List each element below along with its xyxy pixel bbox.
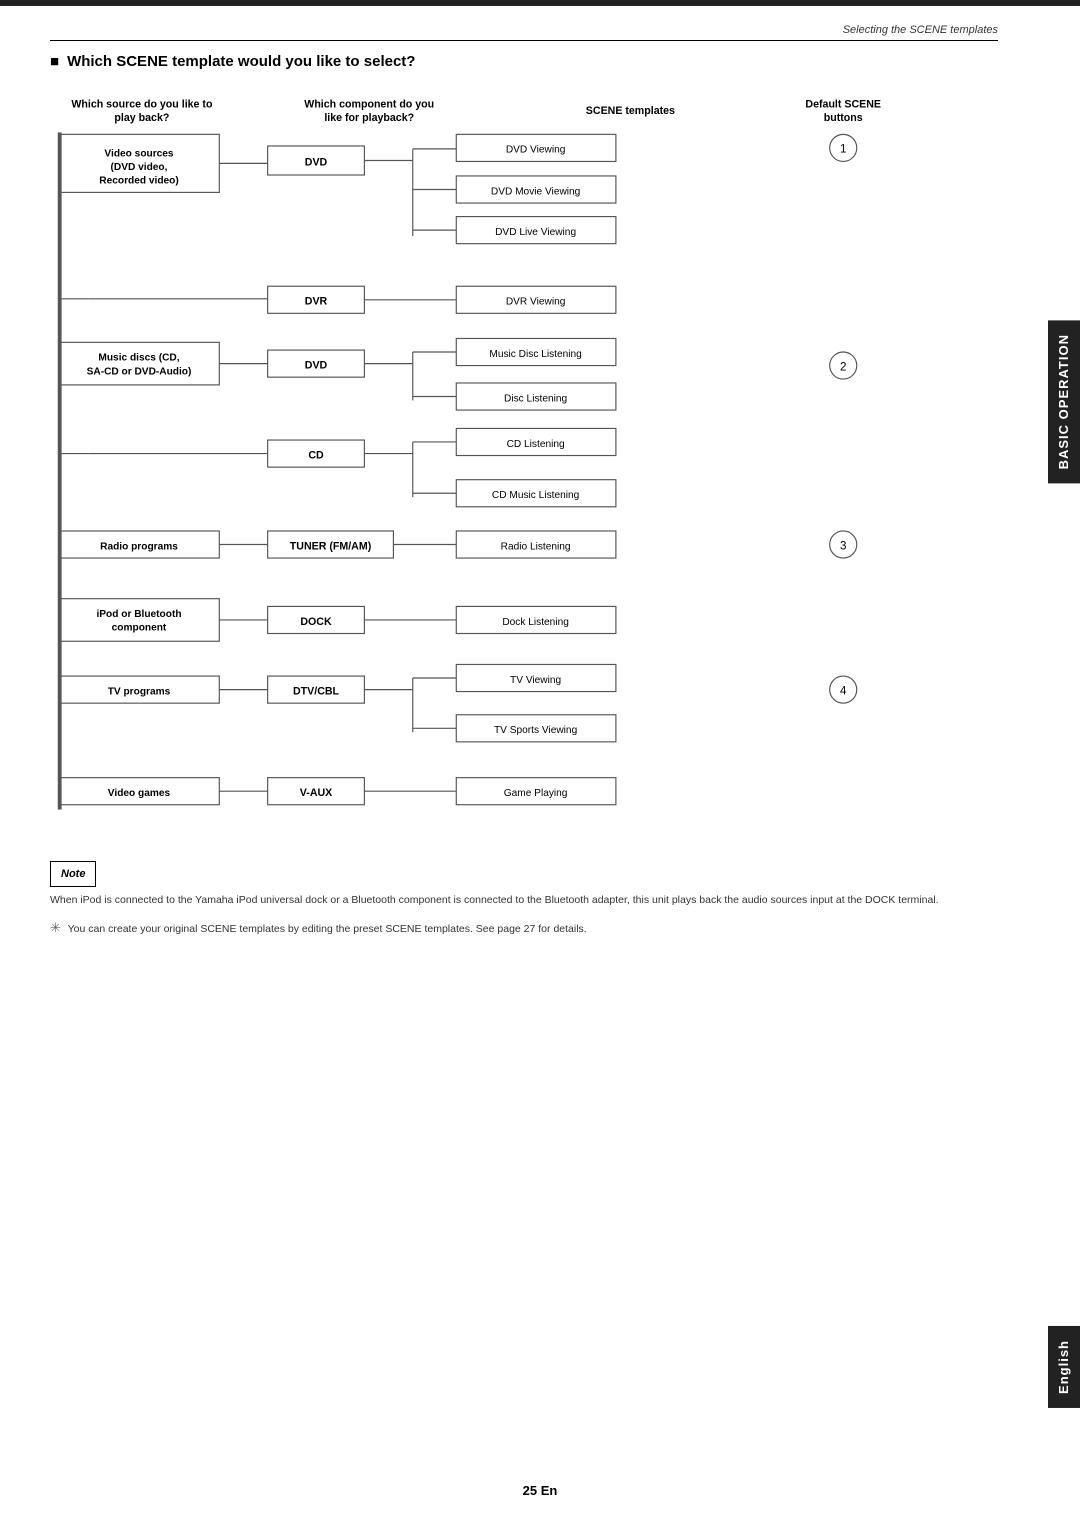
svg-text:DVD Viewing: DVD Viewing xyxy=(506,145,566,156)
svg-text:1: 1 xyxy=(840,143,846,156)
note-section: Note When iPod is connected to the Yamah… xyxy=(50,861,998,939)
svg-text:Which component do you: Which component do you xyxy=(304,98,434,110)
svg-text:Video games: Video games xyxy=(108,788,171,799)
svg-text:play back?: play back? xyxy=(114,112,169,124)
svg-text:(DVD video,: (DVD video, xyxy=(111,162,168,173)
svg-text:CD Listening: CD Listening xyxy=(507,439,565,450)
svg-text:Music Disc Listening: Music Disc Listening xyxy=(489,349,581,360)
svg-text:Dock Listening: Dock Listening xyxy=(502,617,569,628)
scene-diagram: Which source do you like to play back? W… xyxy=(50,86,998,841)
svg-text:Game Playing: Game Playing xyxy=(504,788,568,799)
svg-text:2: 2 xyxy=(840,360,846,373)
svg-text:DVD: DVD xyxy=(305,156,328,168)
section-title: Which SCENE template would you like to s… xyxy=(50,53,998,70)
svg-text:CD: CD xyxy=(308,449,324,461)
svg-text:Which source do you like to: Which source do you like to xyxy=(71,98,213,110)
svg-text:SA-CD or DVD-Audio): SA-CD or DVD-Audio) xyxy=(87,366,192,377)
svg-text:DTV/CBL: DTV/CBL xyxy=(293,685,340,697)
svg-text:Video sources: Video sources xyxy=(104,149,173,160)
svg-text:component: component xyxy=(112,623,167,634)
svg-text:Default SCENE: Default SCENE xyxy=(805,98,881,110)
top-section-label: Selecting the SCENE templates xyxy=(50,24,998,41)
svg-text:3: 3 xyxy=(840,539,846,552)
svg-text:V-AUX: V-AUX xyxy=(300,787,332,799)
svg-text:like for playback?: like for playback? xyxy=(324,112,414,124)
svg-text:Radio programs: Radio programs xyxy=(100,541,178,552)
svg-text:TUNER (FM/AM): TUNER (FM/AM) xyxy=(290,540,372,552)
svg-text:iPod or Bluetooth: iPod or Bluetooth xyxy=(96,609,181,620)
svg-text:CD Music Listening: CD Music Listening xyxy=(492,490,579,501)
svg-text:DVR Viewing: DVR Viewing xyxy=(506,297,566,308)
side-tab-english: English xyxy=(1048,1326,1080,1408)
diagram-container: Which source do you like to play back? W… xyxy=(50,86,998,841)
svg-text:DVD Movie Viewing: DVD Movie Viewing xyxy=(491,186,580,197)
note-text: When iPod is connected to the Yamaha iPo… xyxy=(50,893,998,909)
svg-text:buttons: buttons xyxy=(824,112,863,124)
svg-text:DVR: DVR xyxy=(305,296,328,308)
svg-text:4: 4 xyxy=(840,684,847,697)
svg-text:Disc Listening: Disc Listening xyxy=(504,393,567,404)
svg-text:DVD Live Viewing: DVD Live Viewing xyxy=(495,227,576,238)
svg-text:Recorded video): Recorded video) xyxy=(99,176,178,187)
svg-text:TV Viewing: TV Viewing xyxy=(510,675,561,686)
svg-text:DVD: DVD xyxy=(305,359,328,371)
page-number: 25 En xyxy=(523,1483,558,1498)
side-tab-operation: BASIC OPERATION xyxy=(1048,320,1080,483)
hint-icon: ✳ xyxy=(50,920,61,935)
svg-text:SCENE templates: SCENE templates xyxy=(586,105,675,117)
svg-text:DOCK: DOCK xyxy=(300,616,332,628)
note-title: Note xyxy=(50,861,96,887)
note-hint: ✳ You can create your original SCENE tem… xyxy=(50,918,998,938)
svg-text:Music discs (CD,: Music discs (CD, xyxy=(98,353,179,364)
svg-text:Radio Listening: Radio Listening xyxy=(501,541,571,552)
svg-text:TV Sports Viewing: TV Sports Viewing xyxy=(494,725,577,736)
svg-text:TV programs: TV programs xyxy=(108,686,171,697)
